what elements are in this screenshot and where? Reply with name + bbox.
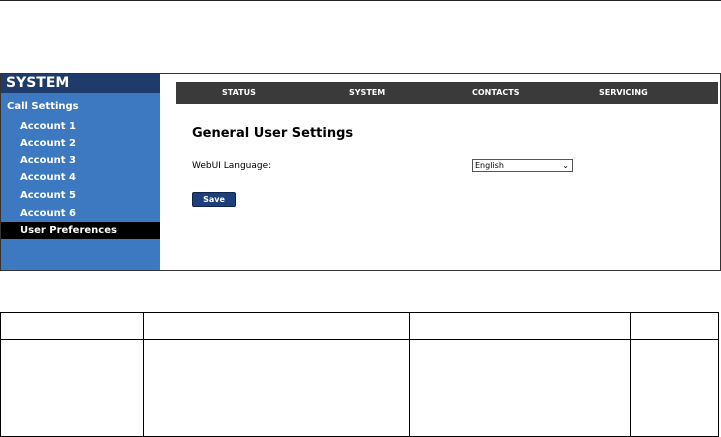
table-cell	[409, 339, 632, 437]
sidebar-item-account-3[interactable]: Account 3	[1, 152, 160, 169]
sidebar-item-account-6[interactable]: Account 6	[1, 205, 160, 222]
webui-language-select[interactable]: English ⌄	[472, 159, 573, 172]
webui-screenshot: SYSTEM Call Settings Account 1 Account 2…	[0, 73, 721, 271]
table-cell	[630, 312, 719, 340]
table-header-row	[0, 312, 719, 340]
table-cell	[142, 312, 411, 340]
tab-system[interactable]: SYSTEM	[349, 82, 385, 104]
table-cell	[630, 339, 719, 437]
sidebar-item-account-5[interactable]: Account 5	[1, 187, 160, 204]
sidebar-item-user-preferences[interactable]: User Preferences	[1, 222, 160, 239]
table-cell	[142, 339, 411, 437]
page-title: General User Settings	[192, 126, 354, 141]
tab-servicing[interactable]: SERVICING	[599, 82, 648, 104]
empty-table	[0, 312, 719, 437]
webui-language-value: English	[475, 161, 504, 170]
chevron-down-icon: ⌄	[562, 161, 569, 170]
tab-contacts[interactable]: CONTACTS	[472, 82, 519, 104]
top-divider	[0, 0, 721, 1]
sidebar: SYSTEM Call Settings Account 1 Account 2…	[1, 74, 160, 270]
table-cell	[0, 312, 144, 340]
top-nav-bar: STATUS SYSTEM CONTACTS SERVICING	[176, 82, 718, 104]
table-row	[0, 339, 719, 437]
webui-language-label: WebUI Language:	[192, 161, 272, 171]
save-button[interactable]: Save	[192, 192, 236, 207]
sidebar-item-account-4[interactable]: Account 4	[1, 169, 160, 186]
table-cell	[0, 339, 144, 437]
sidebar-title: SYSTEM	[1, 74, 160, 93]
sidebar-item-account-1[interactable]: Account 1	[1, 118, 160, 135]
sidebar-item-account-2[interactable]: Account 2	[1, 135, 160, 152]
tab-status[interactable]: STATUS	[222, 82, 256, 104]
sidebar-section-call-settings[interactable]: Call Settings	[7, 101, 79, 112]
table-cell	[409, 312, 632, 340]
